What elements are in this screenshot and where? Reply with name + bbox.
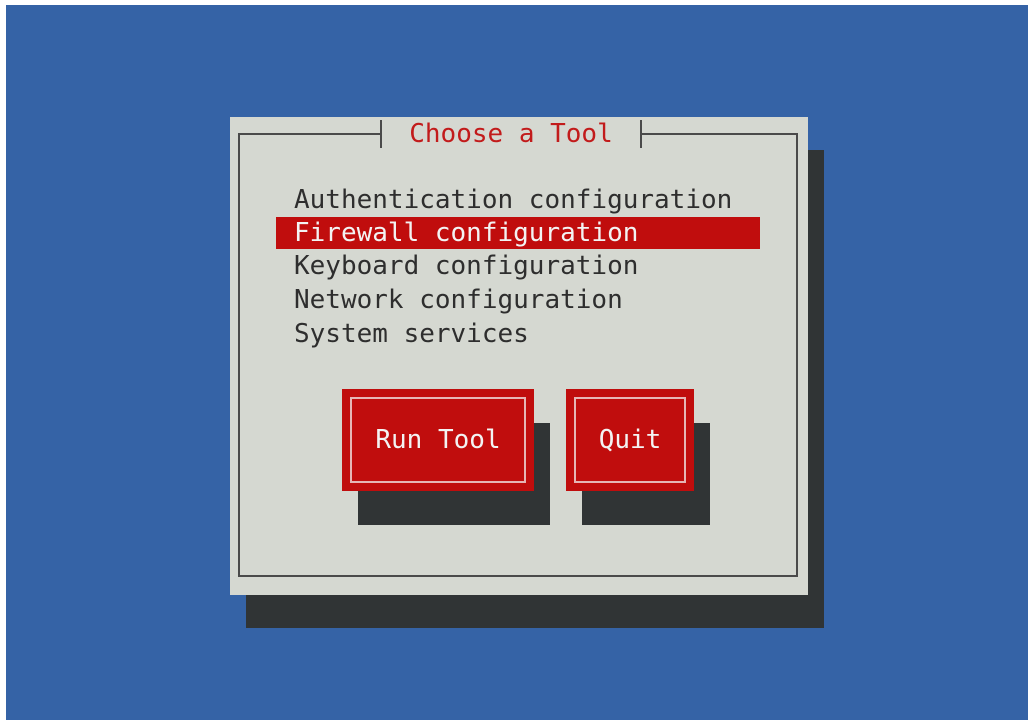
- dialog-title-wrap: Choose a Tool: [380, 117, 642, 151]
- title-right-bracket: [640, 120, 642, 148]
- terminal-screen: Choose a Tool Authentication configurati…: [6, 5, 1028, 720]
- tool-item-firewall[interactable]: Firewall configuration: [276, 217, 760, 249]
- tool-item-system-services[interactable]: System services: [276, 317, 760, 351]
- tool-item-keyboard[interactable]: Keyboard configuration: [276, 249, 760, 283]
- quit-button[interactable]: Quit: [566, 389, 694, 491]
- run-tool-button-label: Run Tool: [350, 397, 526, 483]
- tool-list[interactable]: Authentication configuration Firewall co…: [276, 183, 760, 351]
- dialog-title: Choose a Tool: [409, 119, 613, 149]
- tool-item-authentication[interactable]: Authentication configuration: [276, 183, 760, 217]
- tool-item-network[interactable]: Network configuration: [276, 283, 760, 317]
- quit-button-label: Quit: [574, 397, 686, 483]
- choose-tool-dialog: Choose a Tool Authentication configurati…: [230, 117, 808, 595]
- run-tool-button[interactable]: Run Tool: [342, 389, 534, 491]
